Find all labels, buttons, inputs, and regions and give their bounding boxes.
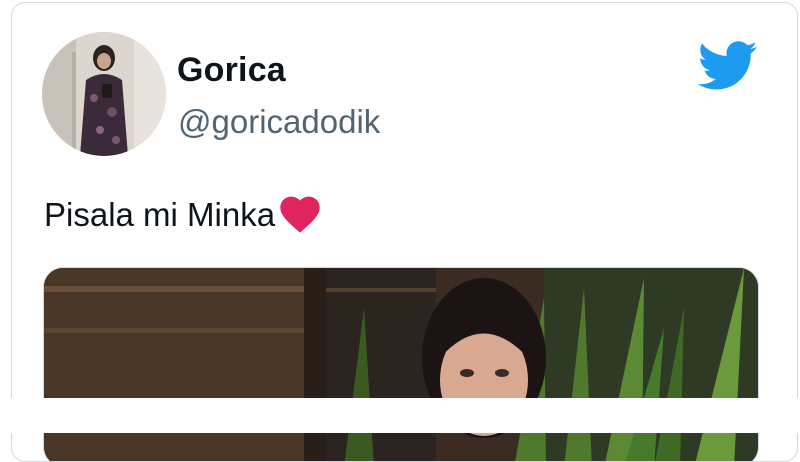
display-name[interactable]: Gorica: [177, 51, 286, 90]
tweet-card[interactable]: Gorica @goricadodik Pisala mi Minka: [11, 2, 798, 462]
heart-icon: [277, 192, 323, 234]
user-handle[interactable]: @goricadodik: [178, 103, 380, 141]
avatar[interactable]: [42, 32, 166, 156]
twitter-bird-icon[interactable]: [697, 41, 758, 91]
tweet-text-content: Pisala mi Minka: [44, 196, 276, 233]
tweet-text: Pisala mi Minka: [44, 196, 323, 234]
page-bottom-blank: [0, 398, 800, 433]
